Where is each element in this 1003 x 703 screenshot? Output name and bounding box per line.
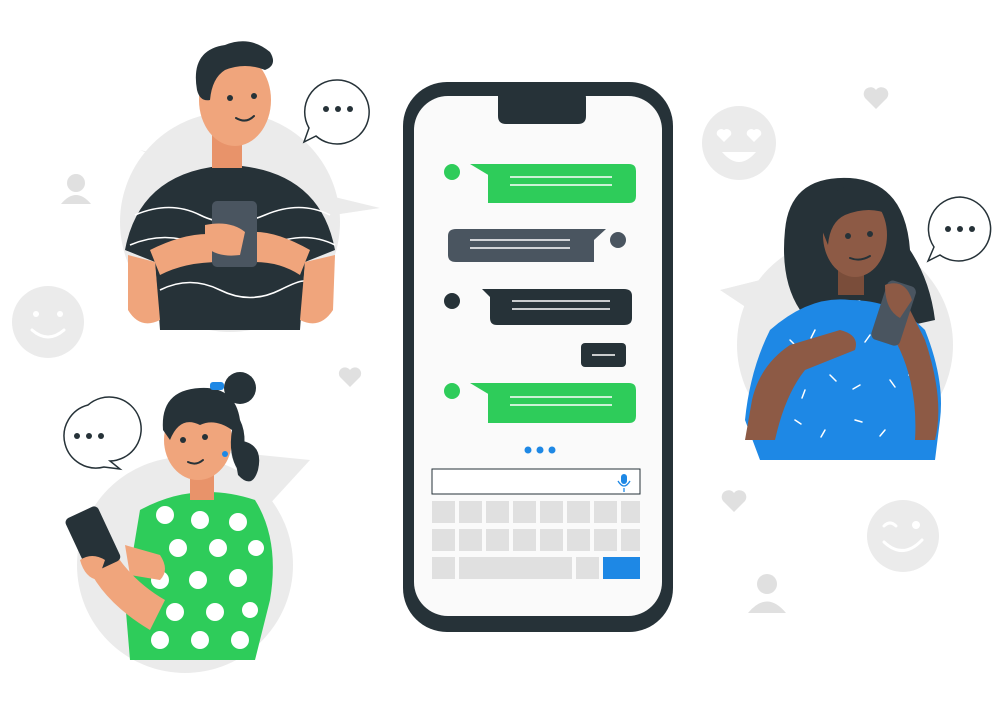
woman-blue-avatar xyxy=(720,177,953,460)
smartphone xyxy=(403,82,673,632)
space-key[interactable] xyxy=(459,557,572,579)
phone-notch xyxy=(498,92,586,124)
heart-icon-small-top-right xyxy=(863,87,889,109)
ellipsis-speech-bubble-icon-woman-blue xyxy=(926,196,992,263)
user-icon-left xyxy=(61,174,91,204)
keyboard[interactable] xyxy=(432,501,640,579)
message-bubble-4 xyxy=(581,343,626,367)
send-key[interactable] xyxy=(603,557,640,579)
wink-emoji-icon xyxy=(867,500,939,572)
heart-icon-small-left xyxy=(338,367,362,387)
heart-icon-small-mid-right xyxy=(721,490,747,512)
chat-illustration xyxy=(0,0,1003,703)
message-input[interactable] xyxy=(431,468,641,495)
ellipsis-speech-bubble-icon-woman-green xyxy=(63,396,142,471)
typing-indicator xyxy=(524,446,556,454)
smiley-icon-left xyxy=(12,286,84,358)
user-icon-right xyxy=(748,574,786,613)
ellipsis-speech-bubble-icon-man xyxy=(302,79,370,145)
heart-eyes-emoji-icon xyxy=(702,106,776,180)
